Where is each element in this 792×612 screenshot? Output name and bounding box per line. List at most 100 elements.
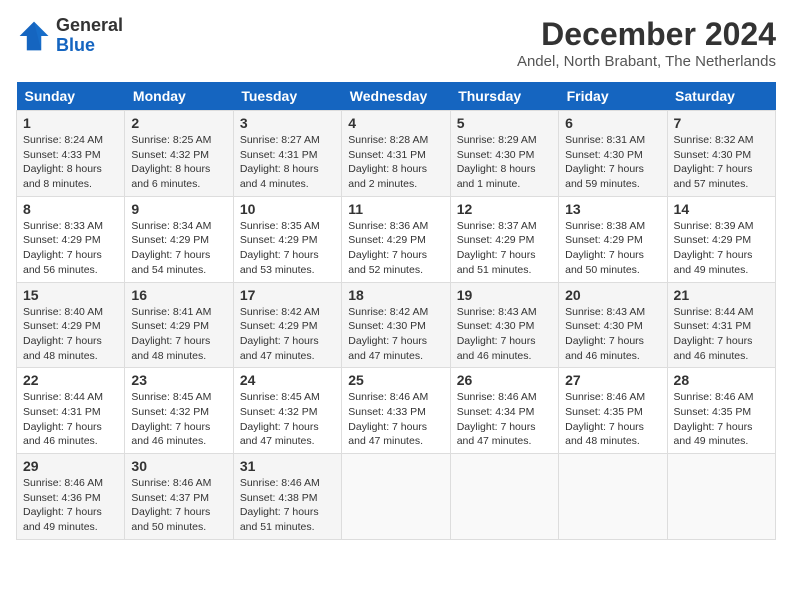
title-area: December 2024 Andel, North Brabant, The … [517, 16, 776, 70]
day-info: Sunrise: 8:46 AM Sunset: 4:35 PM Dayligh… [674, 390, 769, 449]
day-cell: 1 Sunrise: 8:24 AM Sunset: 4:33 PM Daylig… [17, 111, 125, 197]
day-cell: 21 Sunrise: 8:44 AM Sunset: 4:31 PM Dayli… [667, 282, 775, 368]
day-cell: 29Sunrise: 8:46 AM Sunset: 4:36 PM Dayli… [17, 454, 125, 540]
day-number: 11 [348, 201, 443, 217]
day-cell: 30 Sunrise: 8:46 AM Sunset: 4:37 PM Dayli… [125, 454, 233, 540]
day-info: Sunrise: 8:46 AM Sunset: 4:34 PM Dayligh… [457, 390, 552, 449]
logo: General Blue [16, 16, 123, 56]
day-header-tuesday: Tuesday [233, 82, 341, 111]
day-number: 10 [240, 201, 335, 217]
day-info: Sunrise: 8:42 AM Sunset: 4:29 PM Dayligh… [240, 305, 335, 364]
day-info: Sunrise: 8:33 AM Sunset: 4:29 PM Dayligh… [23, 219, 118, 278]
day-info: Sunrise: 8:44 AM Sunset: 4:31 PM Dayligh… [23, 390, 118, 449]
day-info: Sunrise: 8:25 AM Sunset: 4:32 PM Dayligh… [131, 133, 226, 192]
header-row: SundayMondayTuesdayWednesdayThursdayFrid… [17, 82, 776, 111]
day-cell: 7 Sunrise: 8:32 AM Sunset: 4:30 PM Daylig… [667, 111, 775, 197]
day-number: 16 [131, 287, 226, 303]
day-number: 6 [565, 115, 660, 131]
logo-icon [16, 18, 52, 54]
day-cell: 18 Sunrise: 8:42 AM Sunset: 4:30 PM Dayli… [342, 282, 450, 368]
day-info: Sunrise: 8:32 AM Sunset: 4:30 PM Dayligh… [674, 133, 769, 192]
day-cell: 19 Sunrise: 8:43 AM Sunset: 4:30 PM Dayli… [450, 282, 558, 368]
day-number: 20 [565, 287, 660, 303]
logo-text: General Blue [56, 16, 123, 56]
day-info: Sunrise: 8:37 AM Sunset: 4:29 PM Dayligh… [457, 219, 552, 278]
day-info: Sunrise: 8:46 AM Sunset: 4:35 PM Dayligh… [565, 390, 660, 449]
day-info: Sunrise: 8:46 AM Sunset: 4:37 PM Dayligh… [131, 476, 226, 535]
day-number: 21 [674, 287, 769, 303]
day-header-monday: Monday [125, 82, 233, 111]
day-cell: 13 Sunrise: 8:38 AM Sunset: 4:29 PM Dayli… [559, 196, 667, 282]
day-number: 27 [565, 372, 660, 388]
day-number: 5 [457, 115, 552, 131]
day-cell: 23Sunrise: 8:45 AM Sunset: 4:32 PM Dayli… [125, 368, 233, 454]
day-cell: 9 Sunrise: 8:34 AM Sunset: 4:29 PM Daylig… [125, 196, 233, 282]
day-number: 23 [131, 372, 226, 388]
day-info: Sunrise: 8:38 AM Sunset: 4:29 PM Dayligh… [565, 219, 660, 278]
day-info: Sunrise: 8:24 AM Sunset: 4:33 PM Dayligh… [23, 133, 118, 192]
day-info: Sunrise: 8:27 AM Sunset: 4:31 PM Dayligh… [240, 133, 335, 192]
day-number: 26 [457, 372, 552, 388]
month-title: December 2024 [517, 16, 776, 53]
day-number: 8 [23, 201, 118, 217]
day-header-friday: Friday [559, 82, 667, 111]
day-cell: 25 Sunrise: 8:46 AM Sunset: 4:33 PM Dayli… [342, 368, 450, 454]
day-number: 15 [23, 287, 118, 303]
day-number: 14 [674, 201, 769, 217]
day-cell: 3 Sunrise: 8:27 AM Sunset: 4:31 PM Daylig… [233, 111, 341, 197]
day-number: 24 [240, 372, 335, 388]
day-cell: 27 Sunrise: 8:46 AM Sunset: 4:35 PM Dayli… [559, 368, 667, 454]
day-number: 2 [131, 115, 226, 131]
day-number: 25 [348, 372, 443, 388]
day-cell: 5 Sunrise: 8:29 AM Sunset: 4:30 PM Daylig… [450, 111, 558, 197]
day-number: 1 [23, 115, 118, 131]
day-number: 17 [240, 287, 335, 303]
day-cell: 22 Sunrise: 8:44 AM Sunset: 4:31 PM Dayli… [17, 368, 125, 454]
day-cell: 10 Sunrise: 8:35 AM Sunset: 4:29 PM Dayli… [233, 196, 341, 282]
day-number: 19 [457, 287, 552, 303]
day-cell [342, 454, 450, 540]
day-info: Sunrise: 8:36 AM Sunset: 4:29 PM Dayligh… [348, 219, 443, 278]
location: Andel, North Brabant, The Netherlands [517, 53, 776, 70]
day-info: Sunrise: 8:31 AM Sunset: 4:30 PM Dayligh… [565, 133, 660, 192]
day-number: 30 [131, 458, 226, 474]
day-info: Sunrise: 8:43 AM Sunset: 4:30 PM Dayligh… [457, 305, 552, 364]
day-cell [559, 454, 667, 540]
day-info: Sunrise: 8:35 AM Sunset: 4:29 PM Dayligh… [240, 219, 335, 278]
day-info: Sunrise: 8:46 AM Sunset: 4:33 PM Dayligh… [348, 390, 443, 449]
calendar-table: SundayMondayTuesdayWednesdayThursdayFrid… [16, 82, 776, 540]
day-cell [450, 454, 558, 540]
day-number: 22 [23, 372, 118, 388]
day-cell [667, 454, 775, 540]
day-info: Sunrise: 8:42 AM Sunset: 4:30 PM Dayligh… [348, 305, 443, 364]
day-cell: 14Sunrise: 8:39 AM Sunset: 4:29 PM Dayli… [667, 196, 775, 282]
day-number: 7 [674, 115, 769, 131]
day-info: Sunrise: 8:44 AM Sunset: 4:31 PM Dayligh… [674, 305, 769, 364]
day-cell: 15 Sunrise: 8:40 AM Sunset: 4:29 PM Dayli… [17, 282, 125, 368]
day-number: 18 [348, 287, 443, 303]
day-header-saturday: Saturday [667, 82, 775, 111]
day-number: 13 [565, 201, 660, 217]
day-cell: 4Sunrise: 8:28 AM Sunset: 4:31 PM Daylig… [342, 111, 450, 197]
day-info: Sunrise: 8:46 AM Sunset: 4:38 PM Dayligh… [240, 476, 335, 535]
day-number: 31 [240, 458, 335, 474]
day-number: 9 [131, 201, 226, 217]
day-info: Sunrise: 8:29 AM Sunset: 4:30 PM Dayligh… [457, 133, 552, 192]
page-header: General Blue December 2024 Andel, North … [16, 16, 776, 70]
day-cell: 12Sunrise: 8:37 AM Sunset: 4:29 PM Dayli… [450, 196, 558, 282]
week-row-2: 8 Sunrise: 8:33 AM Sunset: 4:29 PM Daylig… [17, 196, 776, 282]
day-info: Sunrise: 8:40 AM Sunset: 4:29 PM Dayligh… [23, 305, 118, 364]
week-row-4: 22 Sunrise: 8:44 AM Sunset: 4:31 PM Dayli… [17, 368, 776, 454]
day-cell: 20Sunrise: 8:43 AM Sunset: 4:30 PM Dayli… [559, 282, 667, 368]
day-number: 3 [240, 115, 335, 131]
day-info: Sunrise: 8:28 AM Sunset: 4:31 PM Dayligh… [348, 133, 443, 192]
day-cell: 24 Sunrise: 8:45 AM Sunset: 4:32 PM Dayli… [233, 368, 341, 454]
day-cell: 28 Sunrise: 8:46 AM Sunset: 4:35 PM Dayli… [667, 368, 775, 454]
day-cell: 26 Sunrise: 8:46 AM Sunset: 4:34 PM Dayli… [450, 368, 558, 454]
day-info: Sunrise: 8:46 AM Sunset: 4:36 PM Dayligh… [23, 476, 118, 535]
day-number: 28 [674, 372, 769, 388]
day-info: Sunrise: 8:34 AM Sunset: 4:29 PM Dayligh… [131, 219, 226, 278]
day-info: Sunrise: 8:41 AM Sunset: 4:29 PM Dayligh… [131, 305, 226, 364]
day-info: Sunrise: 8:45 AM Sunset: 4:32 PM Dayligh… [240, 390, 335, 449]
week-row-5: 29Sunrise: 8:46 AM Sunset: 4:36 PM Dayli… [17, 454, 776, 540]
